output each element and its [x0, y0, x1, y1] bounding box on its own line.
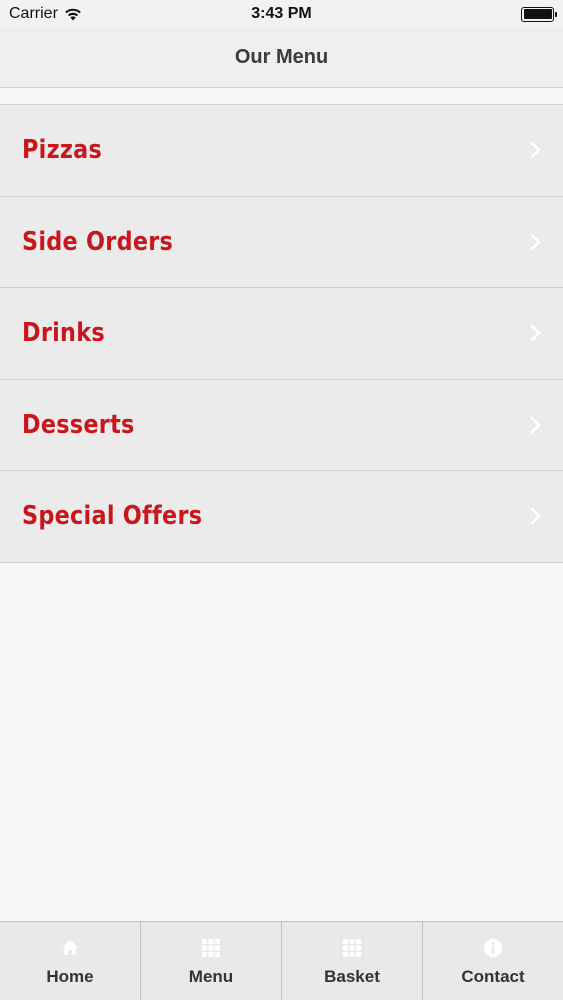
nav-bar: Our Menu	[0, 28, 563, 88]
menu-item-side-orders[interactable]: Side Orders	[0, 196, 563, 288]
tab-label: Home	[46, 967, 94, 986]
tab-basket[interactable]: Basket	[282, 922, 423, 1000]
menu-item-desserts[interactable]: Desserts	[0, 379, 563, 471]
grid-icon	[343, 939, 361, 957]
menu-item-special-offers[interactable]: Special Offers	[0, 471, 563, 563]
tab-contact[interactable]: Contact	[423, 922, 563, 1000]
wifi-icon	[65, 8, 81, 20]
tab-home[interactable]: Home	[0, 922, 141, 1000]
carrier-label: Carrier	[9, 5, 58, 22]
menu-item-label: Desserts	[22, 409, 135, 440]
menu-item-drinks[interactable]: Drinks	[0, 288, 563, 380]
menu-list: Pizzas Side Orders Drinks Desserts Speci…	[0, 104, 563, 563]
battery-icon	[521, 6, 557, 22]
tab-label: Contact	[461, 967, 525, 986]
home-icon	[62, 940, 78, 955]
status-time: 3:43 PM	[251, 5, 312, 22]
status-bar: Carrier 3:43 PM	[0, 0, 563, 28]
menu-item-label: Side Orders	[22, 226, 174, 257]
menu-item-label: Pizzas	[22, 135, 103, 166]
tab-bar: Home Menu Basket Contact	[0, 921, 563, 1000]
tab-menu[interactable]: Menu	[141, 922, 282, 1000]
chevron-right-icon	[530, 416, 541, 434]
info-icon	[484, 939, 502, 957]
menu-item-label: Special Offers	[22, 501, 203, 532]
menu-item-pizzas[interactable]: Pizzas	[0, 105, 563, 197]
chevron-right-icon	[530, 324, 541, 342]
menu-item-label: Drinks	[22, 318, 105, 349]
chevron-right-icon	[530, 233, 541, 251]
tab-label: Menu	[188, 967, 234, 986]
tab-label: Basket	[324, 967, 380, 986]
grid-icon	[202, 939, 220, 957]
chevron-right-icon	[530, 141, 541, 159]
chevron-right-icon	[530, 507, 541, 525]
page-title: Our Menu	[234, 46, 329, 68]
carrier-group: Carrier	[9, 5, 82, 23]
